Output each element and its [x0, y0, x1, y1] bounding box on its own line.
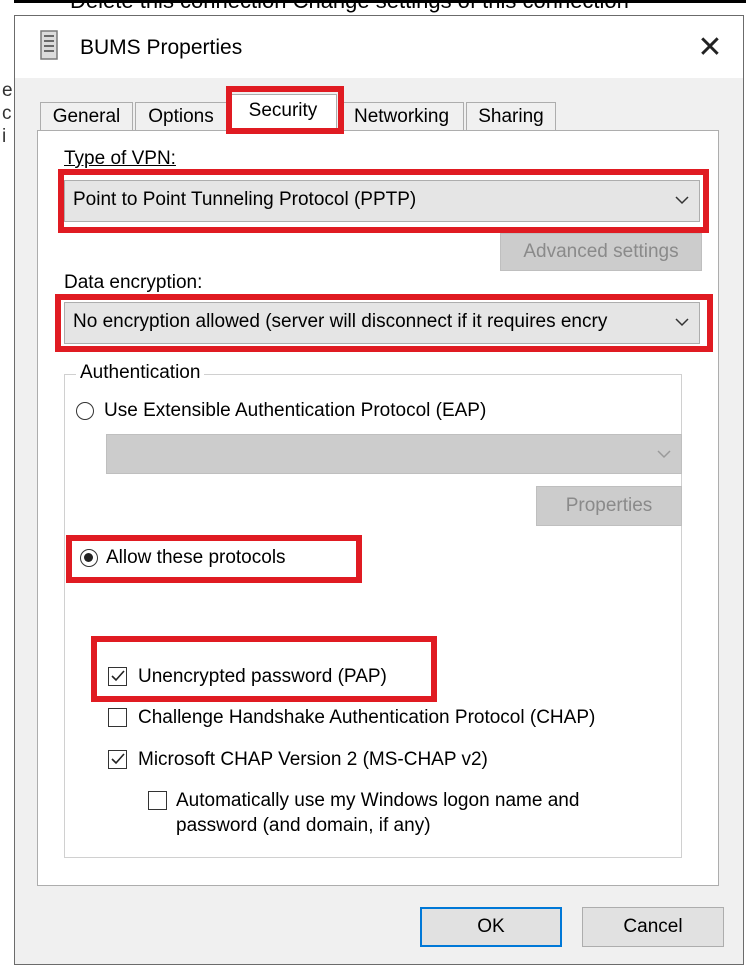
vpn-type-label: Type of VPN: [64, 148, 176, 169]
auto-logon-label-line2[interactable]: password (and domain, if any) [176, 815, 431, 837]
pap-checkbox[interactable] [108, 667, 127, 686]
authentication-group-label: Authentication [76, 362, 205, 384]
ok-button[interactable]: OK [420, 907, 562, 947]
auto-logon-checkbox[interactable] [148, 791, 167, 810]
tab-sharing[interactable]: Sharing [466, 102, 556, 130]
data-encryption-value: No encryption allowed (server will disco… [73, 311, 608, 332]
chap-checkbox[interactable] [108, 708, 127, 727]
eap-properties-button[interactable]: Properties [536, 486, 682, 526]
tab-general[interactable]: General [40, 102, 133, 130]
auto-logon-label-line1[interactable]: Automatically use my Windows logon name … [176, 790, 579, 812]
background-header-text: Delete this connection Change settings o… [70, 0, 629, 13]
chevron-down-icon [657, 435, 671, 473]
background-letter: e [2, 80, 13, 101]
chap-label[interactable]: Challenge Handshake Authentication Proto… [138, 707, 595, 729]
dialog-title: BUMS Properties [80, 36, 243, 59]
data-encryption-label: Data encryption: [64, 272, 203, 293]
vpn-type-select[interactable]: Point to Point Tunneling Protocol (PPTP) [64, 180, 700, 222]
cancel-button[interactable]: Cancel [582, 907, 724, 947]
tab-options[interactable]: Options [135, 102, 227, 130]
advanced-settings-button[interactable]: Advanced settings [500, 233, 702, 271]
eap-radio[interactable] [76, 402, 94, 420]
data-encryption-select[interactable]: No encryption allowed (server will disco… [64, 302, 700, 344]
mschapv2-label[interactable]: Microsoft CHAP Version 2 (MS-CHAP v2) [138, 749, 488, 771]
tab-security[interactable]: Security [229, 94, 337, 132]
background-letter: i [2, 126, 7, 147]
eap-method-select[interactable] [106, 434, 682, 474]
chevron-down-icon [675, 181, 689, 221]
pap-label[interactable]: Unencrypted password (PAP) [138, 666, 387, 688]
vpn-type-value: Point to Point Tunneling Protocol (PPTP) [73, 189, 417, 210]
allow-protocols-radio[interactable] [80, 549, 98, 567]
radio-selected-dot [84, 553, 93, 562]
allow-protocols-label[interactable]: Allow these protocols [106, 547, 286, 569]
close-button[interactable]: ✕ [690, 28, 730, 68]
chevron-down-icon [671, 303, 689, 343]
background-letter: c [2, 103, 12, 124]
tab-networking[interactable]: Networking [339, 102, 464, 130]
background-left-strip: e c i [0, 0, 14, 965]
mschapv2-checkbox[interactable] [108, 750, 127, 769]
network-connection-icon [40, 30, 58, 60]
eap-option-label[interactable]: Use Extensible Authentication Protocol (… [104, 400, 486, 422]
